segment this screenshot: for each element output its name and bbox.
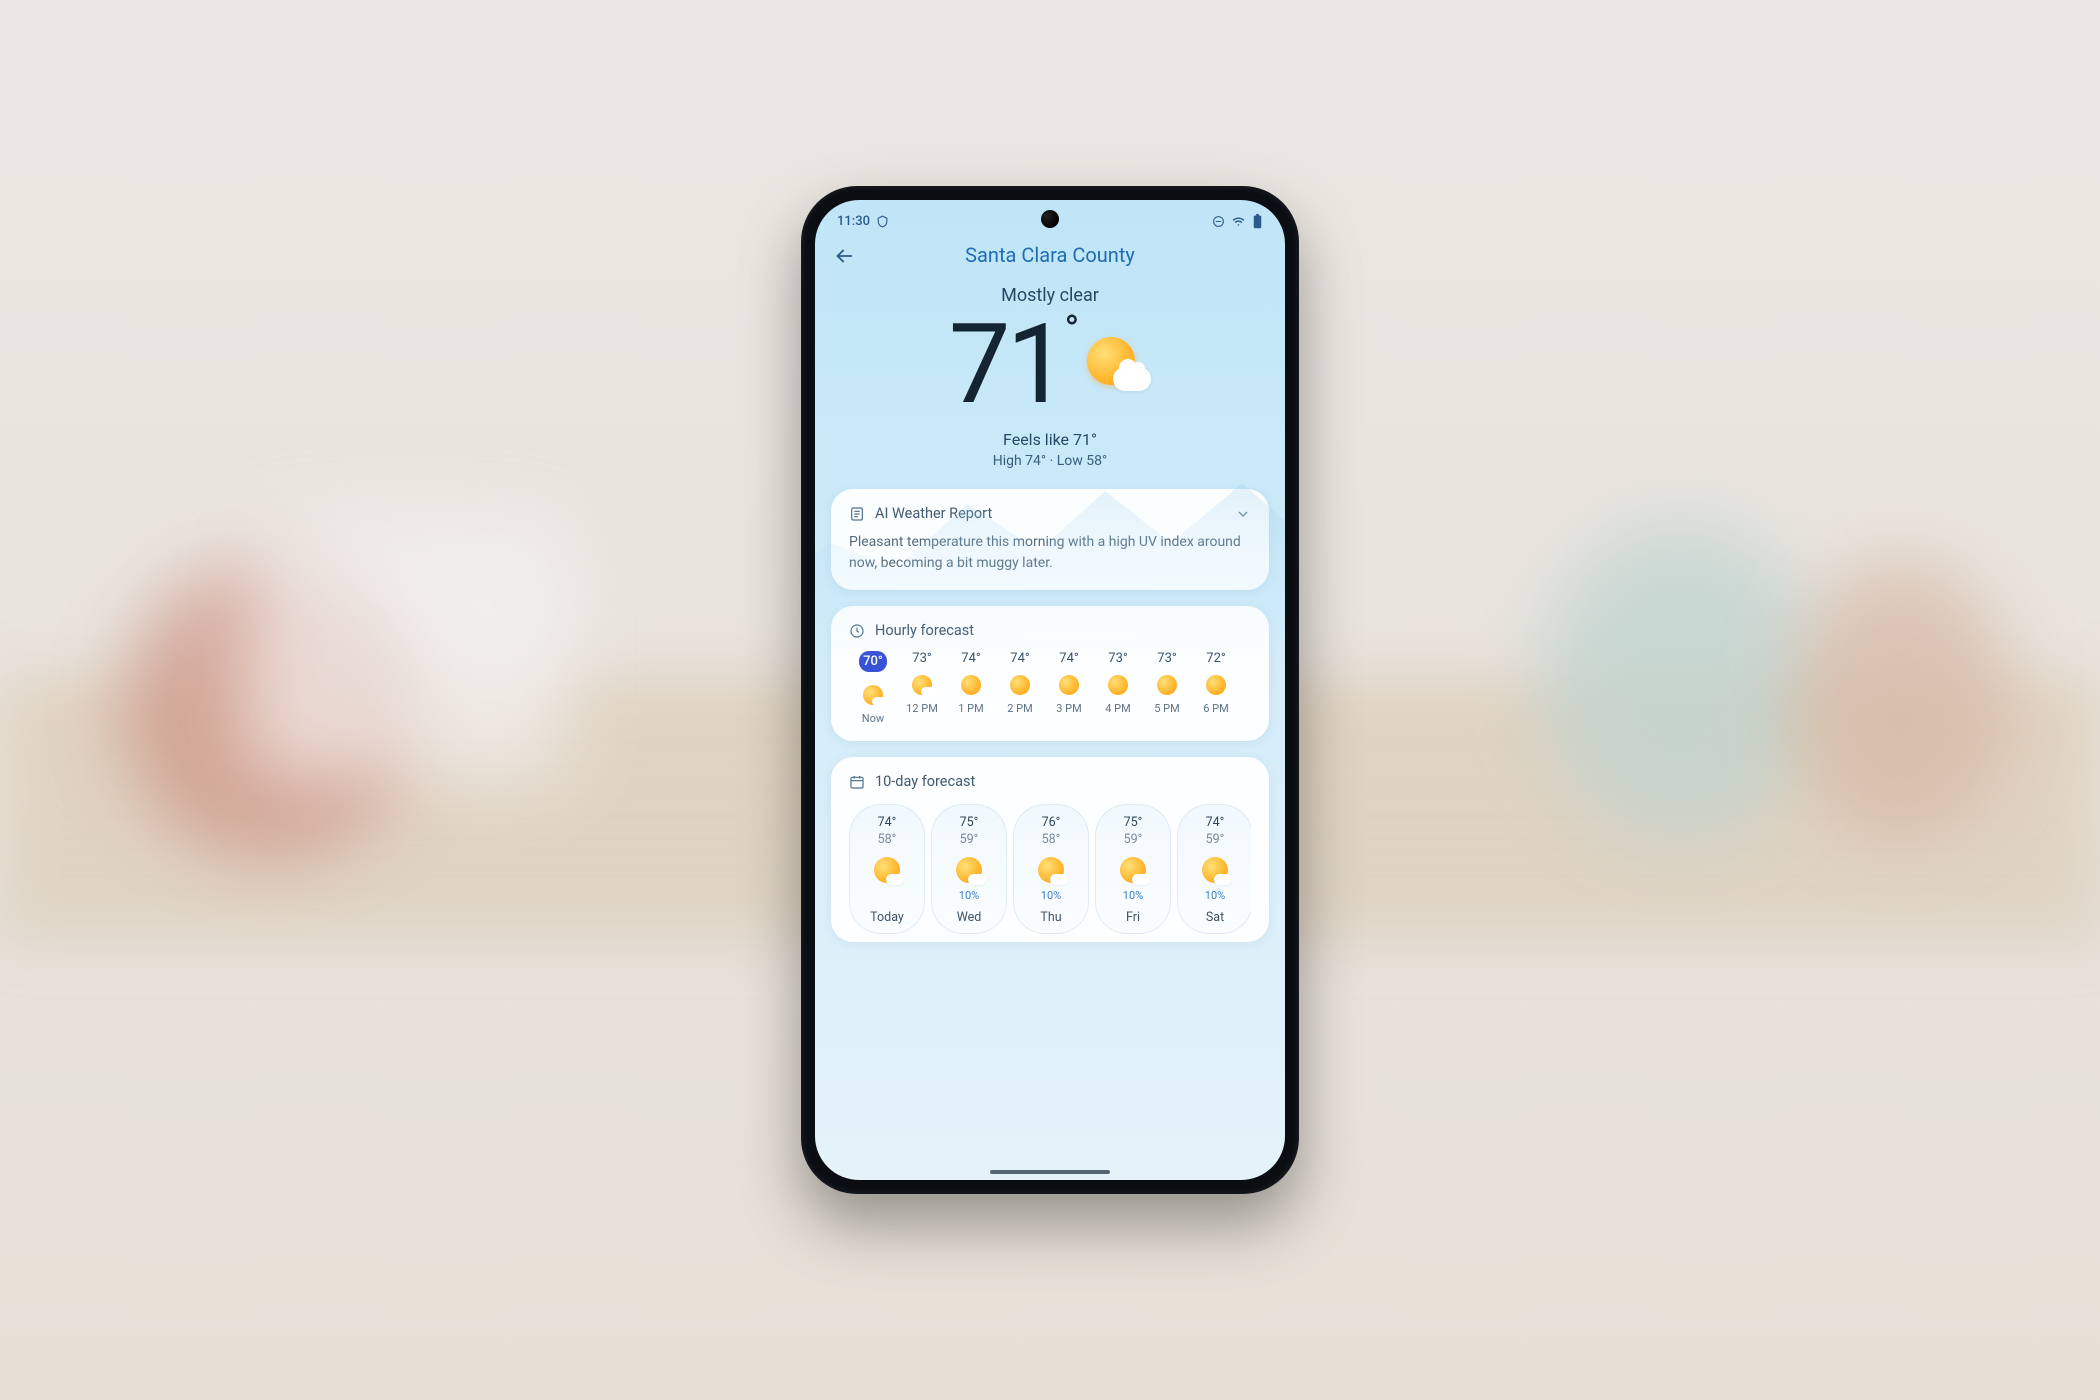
day-precip: 10% (1182, 889, 1248, 902)
hourly-item[interactable]: 70°7 PM (1241, 651, 1251, 725)
hourly-item[interactable]: 72°6 PM (1192, 651, 1240, 725)
day-label: Sat (1182, 910, 1248, 925)
daily-item[interactable]: 76° 58° 10% Thu (1013, 804, 1089, 934)
sun-icon (1010, 675, 1030, 695)
sun-icon (961, 675, 981, 695)
wifi-icon (1231, 215, 1246, 228)
current-temperature: 71° (949, 310, 1076, 420)
hourly-item[interactable]: 73°5 PM (1143, 651, 1191, 725)
hourly-item[interactable]: 74°2 PM (996, 651, 1044, 725)
hourly-list[interactable]: 70°Now73°12 PM74°1 PM74°2 PM74°3 PM73°4 … (849, 651, 1251, 725)
daily-list[interactable]: 74° 58° Today 75° 59° 10% Wed 76° 58° 10% Thu 75° 5… (849, 804, 1251, 934)
dnd-icon (1212, 215, 1225, 228)
shield-icon (876, 215, 889, 228)
gesture-nav-handle[interactable] (990, 1170, 1110, 1174)
hour-label: 4 PM (1094, 702, 1142, 715)
hour-label: 5 PM (1143, 702, 1191, 715)
day-label: Fri (1100, 910, 1166, 925)
hour-label: 6 PM (1192, 702, 1240, 715)
day-precip (854, 889, 920, 902)
daily-item[interactable]: 74° 58° Today (849, 804, 925, 934)
day-low: 59° (1182, 832, 1248, 847)
hourly-item[interactable]: 70°Now (849, 651, 897, 725)
phone-frame: 11:30 (801, 186, 1299, 1194)
sun-partly-cloudy-icon (1120, 857, 1146, 883)
hourly-item[interactable]: 74°3 PM (1045, 651, 1093, 725)
day-high: 75° (936, 815, 1002, 830)
day-high: 74° (1182, 815, 1248, 830)
front-camera (1041, 210, 1059, 228)
hour-label: 1 PM (947, 702, 995, 715)
day-precip: 10% (1018, 889, 1084, 902)
day-low: 59° (936, 832, 1002, 847)
hour-label: 2 PM (996, 702, 1044, 715)
background-object (1790, 560, 2010, 840)
day-label: Today (854, 910, 920, 925)
calendar-icon (849, 774, 865, 790)
day-low: 59° (1100, 832, 1166, 847)
day-high: 76° (1018, 815, 1084, 830)
report-icon (849, 506, 865, 522)
sun-partly-cloudy-icon (956, 857, 982, 883)
day-high: 74° (854, 815, 920, 830)
day-precip: 10% (1100, 889, 1166, 902)
sun-partly-cloudy-icon (863, 685, 883, 705)
daily-title: 10-day forecast (875, 773, 975, 790)
sun-partly-cloudy-icon (874, 857, 900, 883)
day-high: 75° (1100, 815, 1166, 830)
day-precip: 10% (936, 889, 1002, 902)
sun-partly-cloudy-icon (1202, 857, 1228, 883)
background-object (1540, 520, 1820, 840)
daily-item[interactable]: 74° 59° 10% Sat (1177, 804, 1251, 934)
background-object (250, 520, 570, 780)
hourly-item[interactable]: 73°4 PM (1094, 651, 1142, 725)
sun-partly-cloudy-icon (1081, 335, 1151, 395)
sun-icon (1059, 675, 1079, 695)
high-low-text: High 74° · Low 58° (835, 453, 1265, 469)
hour-label: 12 PM (898, 702, 946, 715)
daily-forecast-card[interactable]: 10-day forecast 74° 58° Today 75° 59° 10% Wed… (831, 757, 1269, 942)
photo-scene: 11:30 (0, 0, 2100, 1400)
sun-icon (1108, 675, 1128, 695)
day-low: 58° (1018, 832, 1084, 847)
day-low: 58° (854, 832, 920, 847)
hour-label: 3 PM (1045, 702, 1093, 715)
day-label: Wed (936, 910, 1002, 925)
hourly-item[interactable]: 74°1 PM (947, 651, 995, 725)
daily-item[interactable]: 75° 59° 10% Wed (931, 804, 1007, 934)
hour-label: Now (849, 712, 897, 725)
phone-screen[interactable]: 11:30 (815, 200, 1285, 1180)
status-time: 11:30 (837, 214, 870, 229)
battery-icon (1252, 214, 1263, 229)
hour-label: 7 PM (1241, 702, 1251, 715)
sun-icon (1206, 675, 1226, 695)
current-weather: Mostly clear 71° Feels like 71° High 74°… (815, 273, 1285, 477)
back-button[interactable] (833, 245, 855, 267)
daily-item[interactable]: 75° 59° 10% Fri (1095, 804, 1171, 934)
hourly-item[interactable]: 73°12 PM (898, 651, 946, 725)
app-header: Santa Clara County (815, 233, 1285, 273)
feels-like-text: Feels like 71° (835, 430, 1265, 449)
sun-icon (1157, 675, 1177, 695)
day-label: Thu (1018, 910, 1084, 925)
location-title[interactable]: Santa Clara County (965, 243, 1135, 267)
sun-partly-cloudy-icon (1038, 857, 1064, 883)
sun-partly-cloudy-icon (912, 675, 932, 695)
